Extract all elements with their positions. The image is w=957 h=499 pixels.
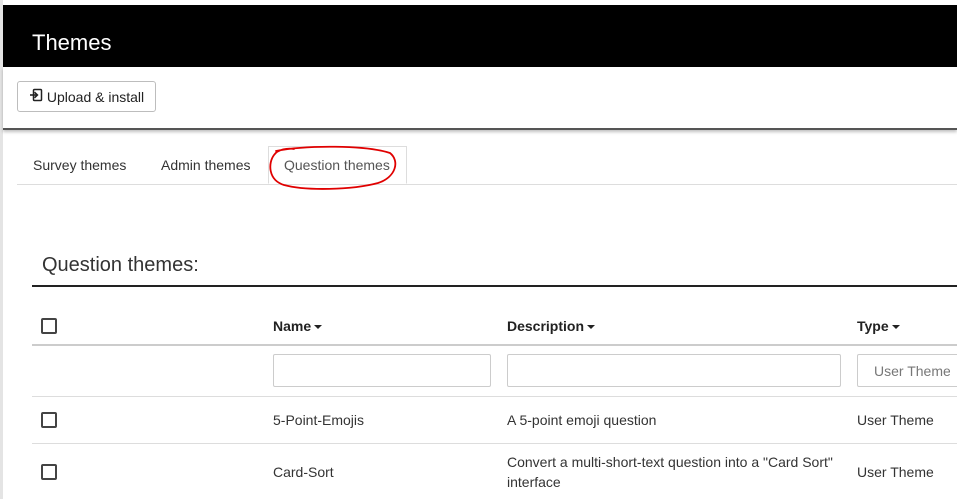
section-divider [32,285,957,287]
row-divider [32,443,957,444]
sort-caret-icon [891,325,900,330]
type-filter-input[interactable] [857,354,957,387]
sort-caret-icon [587,325,596,330]
row-checkbox[interactable] [41,412,57,428]
column-header-description-label: Description [507,318,585,334]
upload-install-label: Upload & install [46,88,145,105]
top-header-bar [3,5,957,67]
column-header-name-label: Name [273,318,312,334]
row-type: User Theme [857,464,934,480]
page-title: Themes [32,30,112,55]
row-name: 5-Point-Emojis [273,412,365,428]
tabs-divider [17,184,957,185]
column-header-name[interactable]: Name [273,318,323,334]
upload-install-button[interactable]: Upload & install [17,81,156,112]
annotation-circle [269,145,397,190]
sort-caret-icon [314,325,323,330]
row-checkbox[interactable] [41,464,57,480]
row-name: Card-Sort [273,464,334,480]
row-description: Convert a multi-short-text question into… [507,454,833,490]
tab-admin-themes[interactable]: Admin themes [161,146,250,184]
column-header-type[interactable]: Type [857,318,900,334]
header-divider [32,344,957,346]
tab-survey-themes[interactable]: Survey themes [33,146,126,184]
row-type: User Theme [857,412,934,428]
column-header-description[interactable]: Description [507,318,596,334]
section-title: Question themes: [42,254,199,276]
filter-row-divider [32,396,957,397]
select-all-checkbox[interactable] [41,318,57,334]
description-filter-input[interactable] [507,354,841,387]
name-filter-input[interactable] [273,354,491,387]
row-description: A 5-point emoji question [507,412,657,428]
column-header-type-label: Type [857,318,889,334]
upload-icon [29,88,47,105]
